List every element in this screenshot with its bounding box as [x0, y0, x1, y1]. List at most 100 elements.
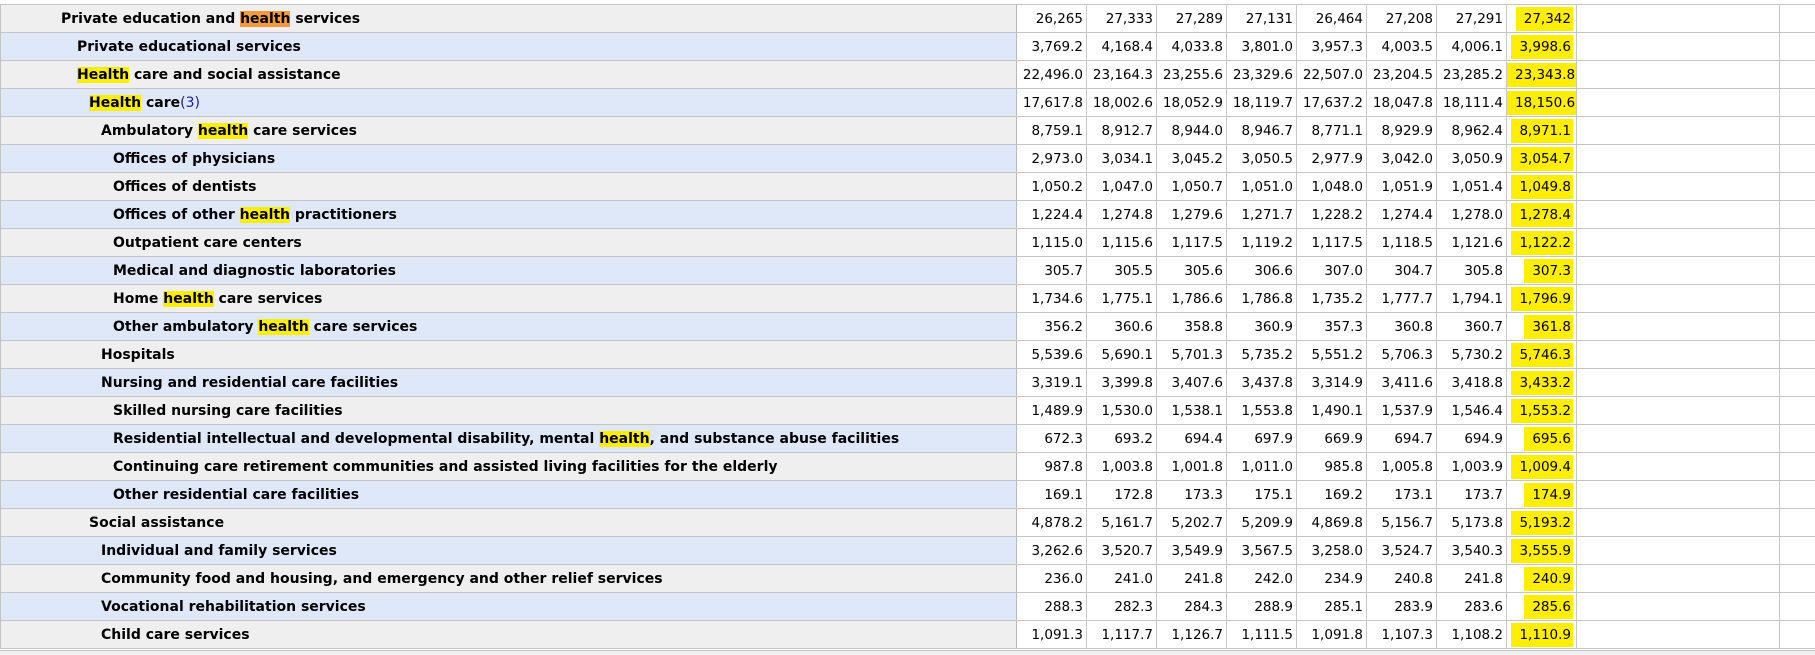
highlighted-value: 5,193.2	[1511, 511, 1573, 535]
value-cell: 23,255.6	[1157, 61, 1227, 89]
value-cell: 1,271.7	[1227, 201, 1297, 229]
change-cell: 0.4	[1780, 201, 1815, 229]
value-cell: 1,274.4	[1367, 201, 1437, 229]
value-cell: 1,490.1	[1297, 397, 1367, 425]
value-cell: 1,111.5	[1227, 621, 1297, 649]
spacer-cell	[1577, 341, 1780, 369]
value-cell: 1,051.0	[1227, 173, 1297, 201]
value-cell: 8,971.1	[1507, 117, 1577, 145]
value-cell: 1,121.6	[1437, 229, 1507, 257]
change-cell: -0.9	[1780, 565, 1815, 593]
value-cell: 1,775.1	[1087, 285, 1157, 313]
value-cell: 284.3	[1157, 593, 1227, 621]
search-highlight: health	[240, 207, 290, 223]
spacer-cell	[1577, 425, 1780, 453]
value-cell: 17,637.2	[1297, 89, 1367, 117]
value-cell: 241.8	[1437, 565, 1507, 593]
value-cell: 242.0	[1227, 565, 1297, 593]
value-cell: 1,786.6	[1157, 285, 1227, 313]
value-cell: 1,117.5	[1157, 229, 1227, 257]
search-highlight: health	[198, 123, 248, 139]
table-row: Hospitals5,539.65,690.15,701.35,735.25,5…	[1, 341, 1815, 369]
highlighted-value: 27,342	[1516, 7, 1573, 31]
highlighted-value: 5,746.3	[1511, 343, 1573, 367]
table-row: Skilled nursing care facilities1,489.91,…	[1, 397, 1815, 425]
value-cell: 693.2	[1087, 425, 1157, 453]
row-label: Other ambulatory health care services	[1, 313, 1017, 341]
table-row: Ambulatory health care services8,759.18,…	[1, 117, 1815, 145]
row-label: Health care and social assistance	[1, 61, 1017, 89]
spacer-cell	[1577, 369, 1780, 397]
value-cell: 1,050.2	[1017, 173, 1087, 201]
value-cell: 18,002.6	[1087, 89, 1157, 117]
value-cell: 27,289	[1157, 5, 1227, 33]
value-cell: 1,279.6	[1157, 201, 1227, 229]
value-cell: 1,796.9	[1507, 285, 1577, 313]
row-label: Skilled nursing care facilities	[1, 397, 1017, 425]
value-cell: 285.6	[1507, 593, 1577, 621]
value-cell: 5,746.3	[1507, 341, 1577, 369]
value-cell: 173.3	[1157, 481, 1227, 509]
value-cell: 3,801.0	[1227, 33, 1297, 61]
row-label: Hospitals	[1, 341, 1017, 369]
change-cell: 51	[1780, 5, 1815, 33]
value-cell: 1,117.7	[1087, 621, 1157, 649]
row-label: Social assistance	[1, 509, 1017, 537]
value-cell: 1,530.0	[1087, 397, 1157, 425]
table-row: Child care services1,091.31,117.71,126.7…	[1, 621, 1815, 649]
highlighted-value: 240.9	[1524, 567, 1573, 591]
value-cell: 4,869.8	[1297, 509, 1367, 537]
value-cell: 173.1	[1367, 481, 1437, 509]
value-cell: 3,034.1	[1087, 145, 1157, 173]
value-cell: 175.1	[1227, 481, 1297, 509]
value-cell: 1,048.0	[1297, 173, 1367, 201]
row-label: Community food and housing, and emergenc…	[1, 565, 1017, 593]
search-highlight: health	[163, 291, 213, 307]
row-label: Offices of dentists	[1, 173, 1017, 201]
value-cell: 1,115.6	[1087, 229, 1157, 257]
value-cell: 3,540.3	[1437, 537, 1507, 565]
spacer-cell	[1577, 5, 1780, 33]
value-cell: 307.0	[1297, 257, 1367, 285]
value-cell: 8,944.0	[1157, 117, 1227, 145]
highlighted-value: 1,122.2	[1511, 231, 1573, 255]
value-cell: 22,507.0	[1297, 61, 1367, 89]
value-cell: 1,047.0	[1087, 173, 1157, 201]
value-cell: 8,759.1	[1017, 117, 1087, 145]
highlighted-value: 695.6	[1524, 427, 1573, 451]
value-cell: 1,278.0	[1437, 201, 1507, 229]
value-cell: 985.8	[1297, 453, 1367, 481]
highlighted-value: 1,796.9	[1511, 287, 1573, 311]
value-cell: 1,011.0	[1227, 453, 1297, 481]
value-cell: 5,735.2	[1227, 341, 1297, 369]
footnote-link[interactable]: (3)	[180, 95, 200, 111]
value-cell: 305.5	[1087, 257, 1157, 285]
value-cell: 358.8	[1157, 313, 1227, 341]
value-cell: 18,111.4	[1437, 89, 1507, 117]
value-cell: 18,047.8	[1367, 89, 1437, 117]
row-label: Offices of physicians	[1, 145, 1017, 173]
highlighted-value: 307.3	[1524, 259, 1573, 283]
highlighted-value: 1,110.9	[1511, 623, 1573, 647]
row-label: Private educational services	[1, 33, 1017, 61]
value-cell: 27,291	[1437, 5, 1507, 33]
change-cell: 16.1	[1780, 341, 1815, 369]
value-cell: 694.4	[1157, 425, 1227, 453]
table-row: Private education and health services26,…	[1, 5, 1815, 33]
value-cell: 2,977.9	[1297, 145, 1367, 173]
row-label: Vocational rehabilitation services	[1, 593, 1017, 621]
value-cell: 3,998.6	[1507, 33, 1577, 61]
highlighted-value: 174.9	[1524, 483, 1573, 507]
value-cell: 23,164.3	[1087, 61, 1157, 89]
value-cell: 5,161.7	[1087, 509, 1157, 537]
table-row: Health care and social assistance22,496.…	[1, 61, 1815, 89]
table-body: Private education and health services26,…	[1, 5, 1815, 649]
value-cell: 3,957.3	[1297, 33, 1367, 61]
value-cell: 288.3	[1017, 593, 1087, 621]
change-cell: 3.8	[1780, 145, 1815, 173]
value-cell: 3,407.6	[1157, 369, 1227, 397]
change-cell: 1.2	[1780, 481, 1815, 509]
value-cell: 1,009.4	[1507, 453, 1577, 481]
row-label: Other residential care facilities	[1, 481, 1017, 509]
spacer-cell	[1577, 593, 1780, 621]
